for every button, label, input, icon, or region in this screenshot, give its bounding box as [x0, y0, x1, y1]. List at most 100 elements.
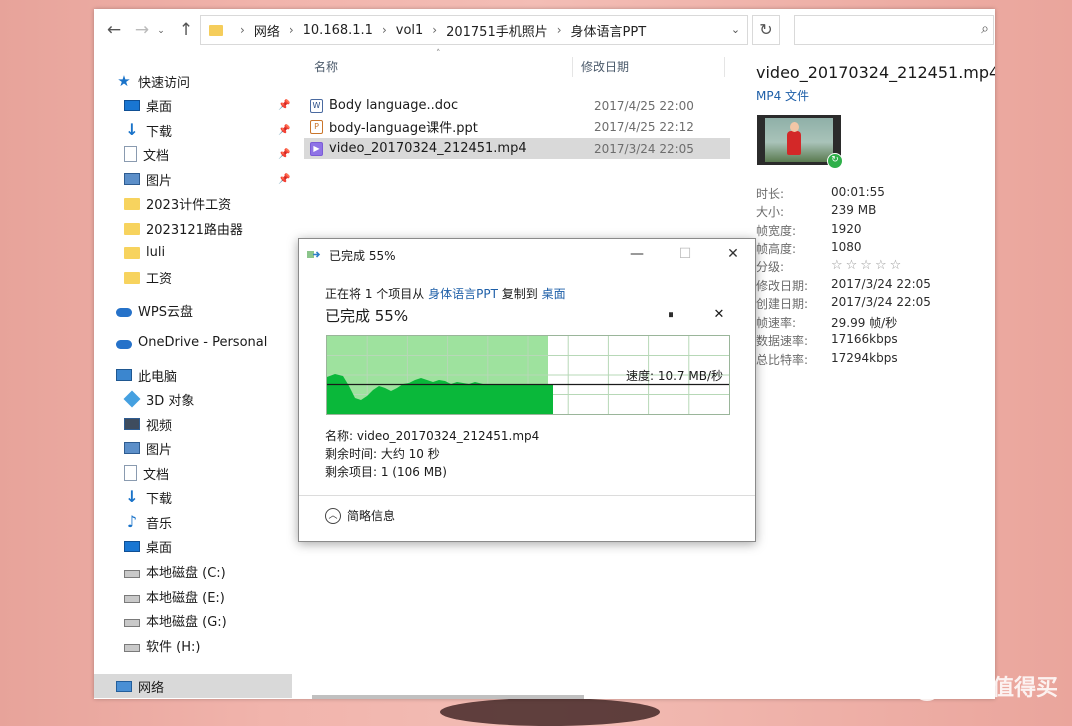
cancel-icon: ✕	[713, 307, 725, 322]
chevron-up-icon: ︿	[325, 507, 341, 524]
pin-icon[interactable]: 📌	[278, 100, 290, 111]
prop-value: 00:01:55	[831, 185, 885, 199]
sidebar-item-desktop[interactable]: 桌面	[124, 534, 322, 558]
column-divider[interactable]	[724, 57, 725, 77]
refresh-icon: ↻	[759, 20, 773, 39]
sidebar-item-music[interactable]: ♪ 音乐	[124, 510, 322, 534]
onedrive-icon	[116, 339, 132, 349]
ppt-file-icon: P	[310, 119, 323, 134]
fewer-details-label: 简略信息	[347, 509, 396, 523]
sidebar-item-drive-h[interactable]: 软件 (H:)	[124, 633, 322, 657]
sidebar-item-folder[interactable]: 工资	[124, 265, 322, 289]
sidebar-item-label: 桌面	[146, 99, 173, 115]
pin-icon[interactable]: 📌	[278, 125, 290, 136]
rating-stars-icon[interactable]: ☆☆☆☆☆	[831, 258, 904, 273]
breadcrumb-item[interactable]: 10.168.1.1	[303, 23, 373, 38]
maximize-button[interactable]: ☐	[665, 243, 705, 265]
breadcrumb-item[interactable]: 201751手机照片	[446, 21, 548, 40]
column-header-modified[interactable]: 修改日期	[581, 53, 629, 79]
sidebar-item-documents[interactable]: 文档	[124, 461, 322, 485]
back-arrow-icon: ←	[106, 20, 122, 40]
sidebar-item-folder[interactable]: 2023计件工资	[124, 191, 322, 215]
sidebar-item-folder[interactable]: 2023121路由器	[124, 216, 322, 240]
pin-icon[interactable]: 📌	[278, 149, 290, 160]
sidebar-item-label: 图片	[146, 173, 173, 189]
drive-icon	[124, 569, 140, 578]
watermark-logo-icon: 值	[911, 671, 942, 701]
pause-button[interactable]: ⏸	[663, 307, 679, 323]
forward-button[interactable]: →	[132, 20, 152, 40]
breadcrumb-item[interactable]: vol1	[396, 23, 424, 38]
recent-locations-button[interactable]: ⌄	[151, 21, 171, 41]
copy-prefix-text: 正在将 1 个项目从	[325, 287, 425, 301]
video-file-icon: ▶	[310, 141, 323, 156]
horizontal-scrollbar[interactable]	[312, 695, 584, 699]
download-icon: ↓	[125, 487, 139, 506]
close-button[interactable]: ✕	[713, 243, 753, 265]
sidebar-item-this-pc[interactable]: 此电脑	[116, 363, 314, 387]
sidebar-item-desktop[interactable]: 桌面 📌	[124, 93, 292, 117]
watermark-text: 什么值得买	[947, 676, 1058, 701]
fewer-details-toggle[interactable]: ︿ 简略信息	[325, 507, 395, 524]
sidebar-item-onedrive[interactable]: OneDrive - Personal	[116, 330, 314, 354]
sync-badge-icon: ↻	[827, 153, 843, 169]
details-pane: video_20170324_212451.mp4 MP4 文件 ↻ 时长: 00…	[756, 53, 995, 693]
sidebar-item-label: 软件 (H:)	[146, 639, 201, 655]
pictures-icon	[124, 442, 140, 454]
sidebar-item-label: 2023计件工资	[146, 197, 232, 213]
refresh-button[interactable]: ↻	[752, 15, 780, 45]
prop-label: 帧高度:	[756, 242, 797, 256]
sidebar-item-folder[interactable]: luli	[124, 240, 322, 264]
download-icon: ↓	[125, 120, 139, 139]
file-modified: 2017/4/25 22:12	[594, 119, 694, 134]
sidebar-item-3d-objects[interactable]: 3D 对象	[123, 387, 322, 411]
prop-label: 数据速率:	[756, 334, 809, 348]
cancel-button[interactable]: ✕	[711, 307, 727, 323]
file-row[interactable]: P body-language课件.ppt 2017/4/25 22:12	[304, 116, 730, 137]
search-input[interactable]: ⌕	[794, 15, 994, 45]
cloud-icon	[116, 307, 132, 317]
time-remaining-info: 剩余时间: 大约 10 秒	[325, 447, 440, 461]
breadcrumb-separator[interactable]: ›	[557, 23, 562, 37]
up-button[interactable]: ↑	[176, 20, 196, 40]
sidebar-item-videos[interactable]: 视频	[124, 412, 322, 436]
chevron-down-icon: ⌄	[730, 23, 741, 36]
breadcrumb-separator[interactable]: ›	[240, 23, 245, 37]
breadcrumb-separator[interactable]: ›	[382, 23, 387, 37]
sidebar-item-documents[interactable]: 文档 📌	[124, 142, 292, 166]
dialog-titlebar[interactable]: 已完成 55% — ☐ ✕	[299, 239, 755, 269]
file-row[interactable]: W Body language..doc 2017/4/25 22:00	[304, 95, 730, 116]
file-row-selected[interactable]: ▶ video_20170324_212451.mp4 2017/3/24 22…	[304, 138, 730, 159]
sidebar-item-drive-e[interactable]: 本地磁盘 (E:)	[124, 584, 322, 608]
destination-folder-link[interactable]: 桌面	[542, 287, 566, 301]
source-folder-link[interactable]: 身体语言PPT	[428, 287, 498, 301]
column-divider[interactable]	[572, 57, 573, 77]
address-bar[interactable]: › 网络 › 10.168.1.1 › vol1 › 201751手机照片 › …	[200, 15, 748, 45]
folder-icon	[209, 24, 223, 36]
breadcrumb-separator[interactable]: ›	[432, 23, 437, 37]
breadcrumb-item[interactable]: 网络	[254, 21, 280, 40]
folder-icon	[124, 272, 140, 284]
breadcrumb-separator[interactable]: ›	[289, 23, 294, 37]
sidebar-item-downloads[interactable]: ↓ 下载 📌	[124, 118, 292, 142]
minimize-button[interactable]: —	[617, 243, 657, 265]
sidebar-item-network[interactable]: 网络	[94, 674, 292, 698]
sidebar-item-drive-c[interactable]: 本地磁盘 (C:)	[124, 559, 322, 583]
star-icon: ★	[117, 72, 131, 90]
pin-icon[interactable]: 📌	[278, 174, 290, 185]
sidebar-item-downloads[interactable]: ↓ 下载	[124, 485, 322, 509]
sidebar-item-quick-access[interactable]: ★ 快速访问	[116, 69, 314, 93]
sidebar-item-wps-cloud[interactable]: WPS云盘	[116, 298, 314, 322]
address-dropdown-button[interactable]: ⌄	[724, 15, 748, 45]
back-button[interactable]: ←	[104, 20, 124, 40]
column-header-name[interactable]: 名称	[314, 53, 338, 79]
sidebar-item-drive-g[interactable]: 本地磁盘 (G:)	[124, 608, 322, 632]
transfer-speed-graph: 速度: 10.7 MB/秒	[326, 335, 730, 415]
video-thumbnail[interactable]: ↻	[757, 115, 843, 169]
breadcrumb-item[interactable]: 身体语言PPT	[571, 21, 647, 40]
navigation-pane: ★ 快速访问 桌面 📌 ↓ 下载 📌 文档 📌 图片 📌 2023计件工资 2023121路…	[94, 53, 294, 699]
prop-label: 分级:	[756, 260, 785, 274]
sidebar-item-pictures[interactable]: 图片	[124, 436, 322, 460]
word-file-icon: W	[310, 98, 323, 113]
sidebar-item-pictures[interactable]: 图片 📌	[124, 167, 292, 191]
